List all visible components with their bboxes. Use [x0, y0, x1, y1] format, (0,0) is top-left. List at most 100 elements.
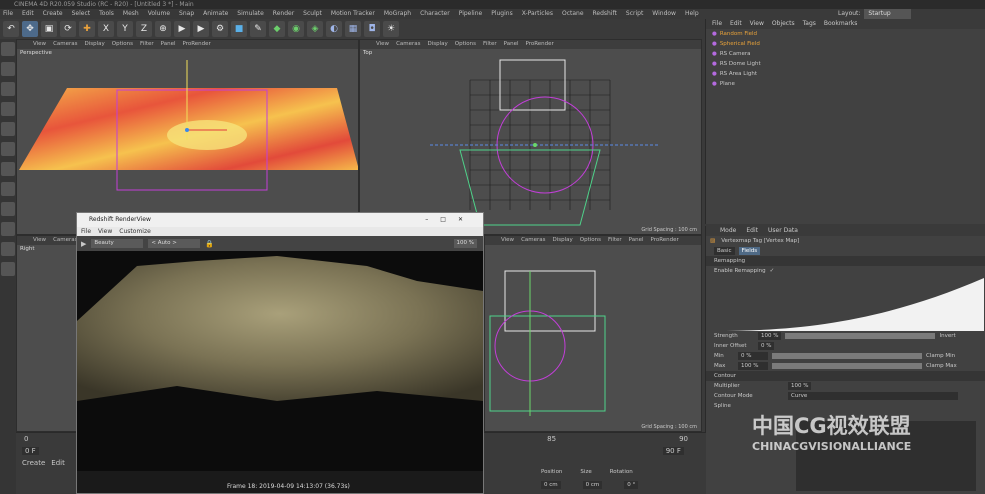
inner-offset-field[interactable]: 0 %	[758, 342, 775, 350]
viewport-menu-item[interactable]: Panel	[629, 236, 644, 245]
viewport-menu-item[interactable]: ProRender	[526, 40, 554, 49]
menu-item[interactable]: Create	[43, 9, 63, 19]
menu-item[interactable]: Volume	[148, 9, 170, 19]
field-icon[interactable]: ◐	[326, 21, 342, 37]
render-view-icon[interactable]: ▶	[174, 21, 190, 37]
object-menu-item[interactable]: Bookmarks	[824, 19, 858, 29]
edges-mode-icon[interactable]	[1, 122, 15, 136]
attribute-menu-item[interactable]: Mode	[720, 226, 736, 236]
viewport-menu-item[interactable]: Display	[553, 236, 573, 245]
renderview-menu-item[interactable]: File	[81, 227, 91, 236]
layout-value[interactable]: Startup	[864, 9, 911, 19]
viewport-menu-item[interactable]: Panel	[161, 40, 176, 49]
object-menu-item[interactable]: Edit	[730, 19, 742, 29]
scene-icon[interactable]: ▦	[345, 21, 361, 37]
texture-mode-icon[interactable]	[1, 82, 15, 96]
subdivide-icon[interactable]: ◆	[269, 21, 285, 37]
rotation-field[interactable]: 0 °	[624, 481, 639, 489]
viewport-menu-item[interactable]: View	[33, 236, 46, 245]
viewport-menu-item[interactable]: Options	[112, 40, 133, 49]
undo-icon[interactable]: ↶	[3, 21, 19, 37]
viewport-menu-item[interactable]: ProRender	[183, 40, 211, 49]
attribute-menu-item[interactable]: Edit	[746, 226, 758, 236]
scale-icon[interactable]: ▣	[41, 21, 57, 37]
workplane-icon[interactable]	[1, 222, 15, 236]
menu-item[interactable]: Help	[685, 9, 699, 19]
object-row[interactable]: ● Spherical Field	[706, 39, 985, 49]
max-slider[interactable]	[772, 363, 922, 369]
viewport-menu-item[interactable]: Panel	[504, 40, 519, 49]
make-editable-icon[interactable]	[1, 42, 15, 56]
viewport-menu-item[interactable]: ProRender	[651, 236, 679, 245]
object-row[interactable]: ● Plane	[706, 79, 985, 89]
menu-item[interactable]: Motion Tracker	[331, 9, 375, 19]
cloner-icon[interactable]: ◉	[288, 21, 304, 37]
camera-icon[interactable]: ◘	[364, 21, 380, 37]
contour-section[interactable]: Contour	[706, 371, 985, 381]
menu-item[interactable]: Redshift	[593, 9, 617, 19]
min-slider[interactable]	[772, 353, 922, 359]
menu-item[interactable]: Render	[273, 9, 294, 19]
tab-basic[interactable]: Basic	[714, 247, 735, 255]
menu-item[interactable]: Animate	[203, 9, 228, 19]
cube-icon[interactable]: ■	[231, 21, 247, 37]
min-field[interactable]: 0 %	[738, 352, 768, 360]
polygons-mode-icon[interactable]	[1, 142, 15, 156]
menu-item[interactable]: File	[3, 9, 13, 19]
renderview-menu-item[interactable]: Customize	[119, 227, 151, 236]
viewport-menu-item[interactable]: Cameras	[396, 40, 420, 49]
viewport-menu-item[interactable]: Filter	[483, 40, 497, 49]
menu-item[interactable]: Snap	[179, 9, 194, 19]
menu-item[interactable]: Sculpt	[303, 9, 322, 19]
object-menu-item[interactable]: Objects	[772, 19, 795, 29]
lock-icon[interactable]	[1, 242, 15, 256]
menu-item[interactable]: MoGraph	[384, 9, 411, 19]
aov-select[interactable]: Beauty	[91, 239, 144, 248]
contour-mode-select[interactable]: Curve	[788, 392, 958, 400]
enable-remapping-checkbox[interactable]: ✓	[770, 268, 775, 274]
strength-slider[interactable]	[785, 333, 936, 339]
size-field[interactable]: 0 cm	[582, 481, 603, 489]
multiplier-field[interactable]: 100 %	[788, 382, 812, 390]
menu-item[interactable]: Window	[652, 9, 676, 19]
attribute-menu-item[interactable]: User Data	[768, 226, 798, 236]
viewport-front[interactable]: View Cameras Display Options Filter Panel ProR…	[484, 235, 702, 432]
viewport-menu-item[interactable]: Filter	[140, 40, 154, 49]
menu-item[interactable]: Pipeline	[459, 9, 482, 19]
redshift-renderview-window[interactable]: Redshift RenderView –□✕ File View Customiz…	[76, 212, 484, 494]
viewport-menu-item[interactable]: Display	[85, 40, 105, 49]
menu-item[interactable]: Character	[420, 9, 450, 19]
snap-icon[interactable]	[1, 202, 15, 216]
zoom-field[interactable]: 100 %	[453, 239, 477, 248]
viewport-menu-item[interactable]: Options	[455, 40, 476, 49]
object-row[interactable]: ● RS Dome Light	[706, 59, 985, 69]
viewport-menu-item[interactable]: Options	[580, 236, 601, 245]
move-icon[interactable]: ✥	[22, 21, 38, 37]
strength-field[interactable]: 100 %	[758, 332, 782, 340]
camera-select[interactable]: < Auto >	[148, 239, 201, 248]
x-axis-icon[interactable]: X	[98, 21, 114, 37]
add-icon[interactable]: ✚	[79, 21, 95, 37]
menu-item[interactable]: Simulate	[237, 9, 264, 19]
grid-icon[interactable]	[1, 262, 15, 276]
end-frame-field[interactable]: 90 F	[662, 447, 684, 455]
viewport-menu-item[interactable]: Cameras	[53, 40, 77, 49]
deformer-icon[interactable]: ◈	[307, 21, 323, 37]
menu-item[interactable]: Octane	[562, 9, 584, 19]
axis-icon[interactable]	[1, 162, 15, 176]
create-menu[interactable]: Create	[22, 459, 45, 467]
object-row[interactable]: ● Random Field	[706, 29, 985, 39]
menu-item[interactable]: X-Particles	[522, 9, 553, 19]
object-menu-item[interactable]: Tags	[803, 19, 816, 29]
viewport-menu-item[interactable]: View	[376, 40, 389, 49]
remap-curve-graph[interactable]	[714, 276, 984, 331]
object-row[interactable]: ● RS Camera	[706, 49, 985, 59]
menu-item[interactable]: Script	[626, 9, 643, 19]
layout-selector[interactable]: Layout: Startup	[838, 9, 911, 19]
renderview-menu-item[interactable]: View	[98, 227, 112, 236]
render-play-icon[interactable]: ▶	[81, 240, 86, 248]
viewport-perspective[interactable]: View Cameras Display Options Filter Panel ProR…	[16, 39, 359, 235]
menu-item[interactable]: Select	[72, 9, 91, 19]
viewport-top[interactable]: View Cameras Display Options Filter Panel ProR…	[359, 39, 702, 235]
render-settings-icon[interactable]: ⚙	[212, 21, 228, 37]
